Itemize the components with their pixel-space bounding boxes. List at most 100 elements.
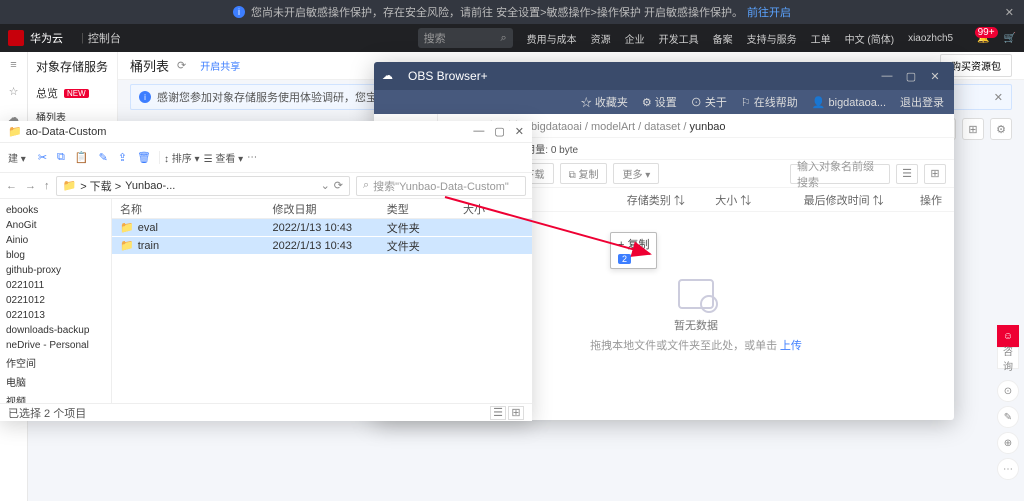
refresh-icon[interactable]: ⟳	[177, 59, 186, 72]
crumb[interactable]: modelArt	[591, 121, 635, 133]
nav-user[interactable]: xiaozhch5	[908, 33, 953, 44]
obs-search-input[interactable]: 输入对象名前缀搜索	[790, 164, 890, 184]
col-type[interactable]: 类型	[387, 201, 463, 217]
empty-title: 暂无数据	[674, 317, 718, 333]
global-search-input[interactable]: 搜索 ⌕	[418, 28, 513, 48]
nav-link[interactable]: 资源	[591, 31, 611, 46]
tree-node[interactable]: Ainio	[0, 233, 111, 248]
close-icon[interactable]: ✕	[994, 91, 1003, 104]
back-icon[interactable]: ←	[6, 180, 17, 192]
col-class[interactable]: 存储类别 ⇅	[627, 192, 715, 208]
warning-link[interactable]: 前往开启	[747, 4, 791, 20]
tree-node[interactable]: AnoGit	[0, 218, 111, 233]
crumb[interactable]: bigdataoai	[531, 121, 582, 133]
star-icon[interactable]: ☆	[6, 84, 22, 98]
upload-link[interactable]: 上传	[780, 340, 802, 352]
thumb-view-icon[interactable]: ⊞	[508, 406, 524, 420]
chevron-down-icon[interactable]: ⌄	[321, 179, 330, 192]
maximize-icon[interactable]: ▢	[494, 125, 504, 138]
nav-link[interactable]: 支持与服务	[747, 31, 797, 46]
close-icon[interactable]: ✕	[1005, 6, 1014, 19]
tree-node[interactable]: 0221011	[0, 278, 111, 293]
share-icon[interactable]: ⇪	[118, 151, 127, 164]
nav-link[interactable]: 备案	[713, 31, 733, 46]
new-button[interactable]: 建 ▾	[8, 150, 26, 165]
more-icon[interactable]: ⋯	[247, 152, 257, 163]
maximize-icon[interactable]: ▢	[900, 67, 922, 85]
col-size[interactable]: 大小	[463, 201, 524, 217]
nav-link[interactable]: 企业	[625, 31, 645, 46]
float-icon[interactable]: ⊙	[997, 380, 1019, 402]
tool-btn[interactable]: ⊞	[962, 118, 984, 140]
obs-titlebar[interactable]: ☁ OBS Browser+ — ▢ ✕	[374, 62, 954, 90]
obs-menubar: ☆ 收藏夹 ⚙ 设置 ⊙ 关于 ⚐ 在线帮助 👤 bigdataoa... 退出…	[374, 90, 954, 114]
menu-user[interactable]: 👤 bigdataoa...	[812, 96, 886, 109]
cart-icon[interactable]: 🛒	[1004, 33, 1016, 44]
fe-path-input[interactable]: 📁 > 下载 > Yunbao-... ⌄ ⟳	[56, 176, 351, 196]
new-badge: NEW	[64, 89, 89, 98]
view-button[interactable]: ☰ 查看 ▾	[204, 150, 244, 165]
tree-node[interactable]: 作空间	[0, 353, 111, 372]
list-view-icon[interactable]: ☰	[896, 164, 918, 184]
up-icon[interactable]: ↑	[44, 180, 50, 192]
tree-node[interactable]: downloads-backup	[0, 323, 111, 338]
refresh-icon[interactable]: ⟳	[334, 179, 343, 192]
float-icon[interactable]: ✎	[997, 406, 1019, 428]
paste-icon[interactable]: 📋	[75, 151, 89, 164]
col-modified[interactable]: 最后修改时间 ⇅	[804, 192, 892, 208]
tree-node[interactable]: blog	[0, 248, 111, 263]
menu-logout[interactable]: 退出登录	[900, 94, 944, 110]
nav-link[interactable]: 费用与成本	[527, 31, 577, 46]
tool-btn[interactable]: ⚙	[990, 118, 1012, 140]
overview-link[interactable]: 总览	[36, 85, 58, 101]
more-button[interactable]: 更多 ▾	[613, 163, 659, 184]
cut-icon[interactable]: ✂	[38, 151, 47, 164]
rename-icon[interactable]: ✎	[99, 151, 108, 164]
nav-link[interactable]: 开发工具	[659, 31, 699, 46]
tree-node[interactable]: 0221013	[0, 308, 111, 323]
grid-view-icon[interactable]: ⊞	[924, 164, 946, 184]
close-icon[interactable]: ✕	[515, 125, 524, 138]
col-size[interactable]: 大小 ⇅	[715, 192, 803, 208]
nav-link[interactable]: 中文 (简体)	[845, 31, 894, 46]
share-link[interactable]: 开启共享	[200, 58, 240, 73]
float-icon[interactable]: ⊕	[997, 432, 1019, 454]
help-text[interactable]: 咨询	[997, 347, 1019, 369]
tree-node[interactable]: 0221012	[0, 293, 111, 308]
fe-titlebar[interactable]: 📁 ao-Data-Custom — ▢ ✕	[0, 121, 532, 143]
float-icon[interactable]: ⋯	[997, 458, 1019, 480]
notifications-icon[interactable]: 🔔99+	[977, 33, 989, 44]
forward-icon[interactable]: →	[25, 180, 36, 192]
minimize-icon[interactable]: —	[473, 125, 484, 138]
crumb[interactable]: dataset	[644, 121, 680, 133]
tree-node[interactable]: github-proxy	[0, 263, 111, 278]
list-item[interactable]: 📁eval 2022/1/13 10:43 文件夹	[112, 219, 532, 237]
sort-button[interactable]: ↕ 排序 ▾	[164, 150, 200, 165]
col-name[interactable]: 名称	[120, 201, 272, 217]
minimize-icon[interactable]: —	[876, 67, 898, 85]
security-warning-banner: i 您尚未开启敏感操作保护，存在安全风险，请前往 安全设置>敏感操作>操作保护 …	[0, 0, 1024, 24]
menu-help[interactable]: ⚐ 在线帮助	[741, 94, 798, 110]
huawei-logo[interactable]	[8, 30, 24, 46]
brand-name[interactable]: 华为云	[30, 30, 63, 46]
nav-link[interactable]: 工单	[811, 31, 831, 46]
drag-copy-indicator: + 复制 2	[610, 232, 657, 269]
list-item[interactable]: 📁train 2022/1/13 10:43 文件夹	[112, 237, 532, 255]
menu-favorites[interactable]: ☆ 收藏夹	[581, 94, 628, 110]
fe-search-input[interactable]: ⌕ 搜索"Yunbao-Data-Custom"	[356, 176, 526, 196]
menu-about[interactable]: ⊙ 关于	[691, 94, 727, 110]
tree-node[interactable]: neDrive - Personal	[0, 338, 111, 353]
delete-icon[interactable]: 🗑	[137, 151, 151, 164]
tree-node[interactable]: ebooks	[0, 203, 111, 218]
menu-settings[interactable]: ⚙ 设置	[642, 94, 677, 110]
tree-node[interactable]: 视频	[0, 391, 111, 403]
copy-icon[interactable]: ⧉	[57, 151, 65, 164]
col-date[interactable]: 修改日期	[272, 201, 386, 217]
console-link[interactable]: 控制台	[88, 30, 121, 46]
menu-icon[interactable]: ≡	[6, 58, 22, 72]
close-icon[interactable]: ✕	[924, 67, 946, 85]
tree-node[interactable]: 电脑	[0, 372, 111, 391]
copy-button[interactable]: ⧉ 复制	[560, 163, 608, 184]
fe-columns: 名称 修改日期 类型 大小	[112, 199, 532, 219]
details-view-icon[interactable]: ☰	[490, 406, 506, 420]
